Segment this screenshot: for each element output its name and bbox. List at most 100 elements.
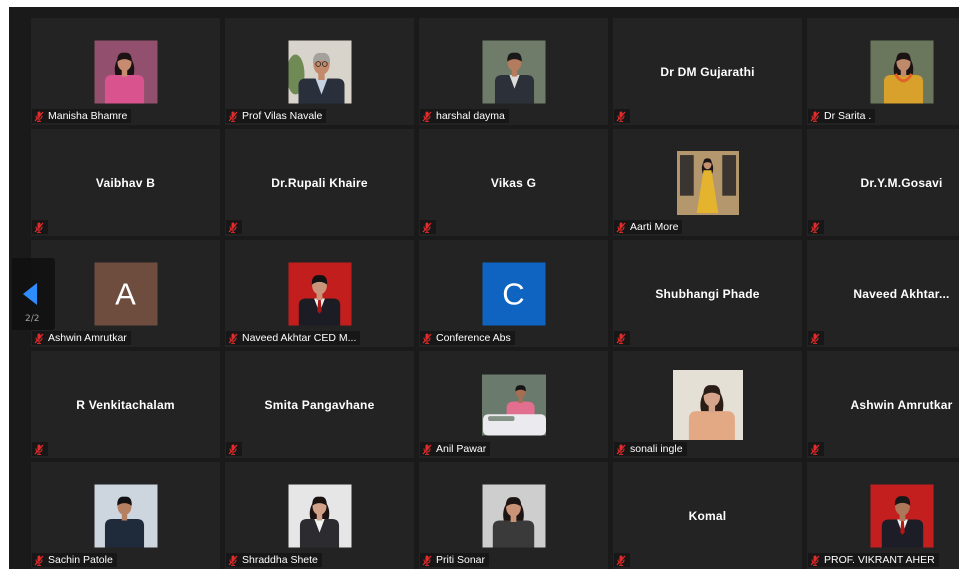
avatar-initial: A [115,276,136,311]
mic-muted-icon [422,555,432,566]
participant-label: harshal dayma [420,109,509,123]
participant-label [32,442,48,456]
mic-muted-icon [34,222,44,233]
mic-muted-icon [228,444,238,455]
participant-tile[interactable]: Vikas G [419,129,608,236]
arrow-left-icon [23,283,37,305]
participant-label-name: Naveed Akhtar CED M... [242,332,357,344]
participant-label: Priti Sonar [420,553,490,567]
mic-muted-icon [810,444,820,455]
mic-muted-icon [34,333,44,344]
mic-muted-icon [616,111,626,122]
participant-tile[interactable]: Shraddha Shete [225,462,414,569]
participant-label-name: Priti Sonar [436,554,486,566]
participant-label: Aarti More [614,220,683,234]
participant-label-name: Shraddha Shete [242,554,318,566]
participant-label [808,220,824,234]
participant-grid: Manisha Bhamre Prof Vilas Navale harshal d… [31,18,959,569]
mic-muted-icon [228,222,238,233]
participant-tile[interactable]: Komal [613,462,802,569]
mic-muted-icon [422,222,432,233]
participant-name: Shubhangi Phade [655,286,760,301]
participant-name: Dr.Rupali Khaire [271,175,368,190]
mic-muted-icon [228,333,238,344]
participant-tile[interactable]: Manisha Bhamre [31,18,220,125]
participant-tile[interactable]: A Ashwin Amrutkar [31,240,220,347]
participant-label-name: Conference Abs [436,332,511,344]
participant-label [808,331,824,345]
participant-label: Sachin Patole [32,553,117,567]
participant-tile[interactable]: Priti Sonar [419,462,608,569]
participant-tile[interactable]: Dr Sarita . [807,18,959,125]
participant-name: Komal [688,508,727,523]
participant-label-name: PROF. VIKRANT AHER [824,554,935,566]
participant-label: Shraddha Shete [226,553,322,567]
participant-video [94,40,157,103]
mic-muted-icon [422,333,432,344]
participant-tile[interactable]: harshal dayma [419,18,608,125]
participant-tile[interactable]: R Venkitachalam [31,351,220,458]
participant-tile[interactable]: PROF. VIKRANT AHER [807,462,959,569]
gallery-view: Manisha Bhamre Prof Vilas Navale harshal d… [9,7,959,569]
mic-muted-icon [34,111,44,122]
mic-muted-icon [810,333,820,344]
participant-name: Smita Pangavhane [264,397,375,412]
participant-video [288,40,351,103]
participant-name: Dr.Y.M.Gosavi [860,175,943,190]
participant-label: Prof Vilas Navale [226,109,327,123]
participant-tile[interactable]: Dr.Y.M.Gosavi [807,129,959,236]
participant-avatar: A [94,262,157,325]
participant-label-name: Anil Pawar [436,443,487,455]
mic-muted-icon [34,444,44,455]
participant-label [614,109,630,123]
participant-tile[interactable]: Anil Pawar [419,351,608,458]
participant-video [288,484,351,547]
participant-tile[interactable]: Dr.Rupali Khaire [225,129,414,236]
mic-muted-icon [422,111,432,122]
mic-muted-icon [228,111,238,122]
avatar-initial: C [502,276,525,311]
participant-label [614,331,630,345]
participant-label [614,553,630,567]
participant-tile[interactable]: Ashwin Amrutkar [807,351,959,458]
participant-label: Conference Abs [420,331,515,345]
participant-tile[interactable]: Sachin Patole [31,462,220,569]
participant-label-name: Prof Vilas Navale [242,110,323,122]
participant-name: Ashwin Amrutkar [850,397,953,412]
mic-muted-icon [810,222,820,233]
participant-video [870,484,933,547]
participant-tile[interactable]: sonali ingle [613,351,802,458]
participant-name: R Venkitachalam [76,397,175,412]
participant-tile[interactable]: Shubhangi Phade [613,240,802,347]
participant-label-name: Sachin Patole [48,554,113,566]
participant-label: PROF. VIKRANT AHER [808,553,939,567]
participant-label: Manisha Bhamre [32,109,132,123]
participant-label: sonali ingle [614,442,687,456]
participant-tile[interactable]: Dr DM Gujarathi [613,18,802,125]
participant-name: Vikas G [490,175,537,190]
participant-avatar: C [482,262,545,325]
participant-label: Anil Pawar [420,442,491,456]
previous-page-button[interactable]: 2/2 [12,258,55,330]
participant-label: Naveed Akhtar CED M... [226,331,361,345]
participant-tile[interactable]: Naveed Akhtar CED M... [225,240,414,347]
participant-label [420,220,436,234]
participant-label [226,220,242,234]
page-indicator: 2/2 [25,314,40,324]
participant-tile[interactable]: Prof Vilas Navale [225,18,414,125]
mic-muted-icon [810,111,820,122]
participant-tile[interactable]: Vaibhav B [31,129,220,236]
participant-name: Dr DM Gujarathi [660,64,755,79]
participant-video [482,484,545,547]
participant-tile[interactable]: Naveed Akhtar... [807,240,959,347]
participant-video [482,40,545,103]
participant-tile[interactable]: Aarti More [613,129,802,236]
participant-video [870,40,933,103]
participant-label [808,442,824,456]
participant-video [481,374,546,435]
participant-tile[interactable]: C Conference Abs [419,240,608,347]
participant-label [226,442,242,456]
participant-tile[interactable]: Smita Pangavhane [225,351,414,458]
participant-label: Dr Sarita . [808,109,876,123]
mic-muted-icon [228,555,238,566]
